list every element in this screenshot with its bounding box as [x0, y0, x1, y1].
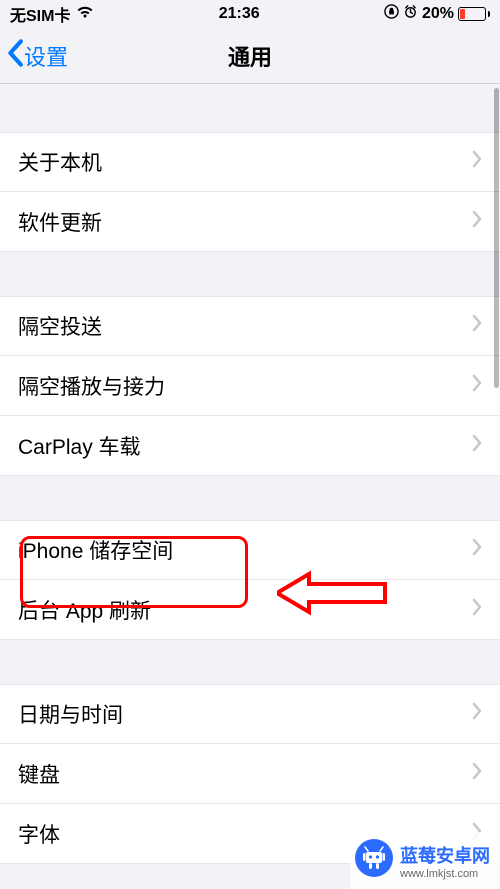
- chevron-right-icon: [472, 702, 482, 726]
- scroll-indicator[interactable]: [494, 88, 499, 388]
- carrier-text: 无SIM卡: [10, 2, 70, 26]
- chevron-right-icon: [472, 210, 482, 234]
- section-spacer: [0, 84, 500, 132]
- row-background-refresh[interactable]: 后台 App 刷新: [0, 580, 500, 640]
- row-label: 关于本机: [18, 147, 102, 177]
- row-date-time[interactable]: 日期与时间: [0, 684, 500, 744]
- row-about[interactable]: 关于本机: [0, 132, 500, 192]
- battery-icon: [458, 7, 490, 21]
- row-carplay[interactable]: CarPlay 车载: [0, 416, 500, 476]
- chevron-right-icon: [472, 150, 482, 174]
- page-title: 通用: [228, 40, 272, 72]
- watermark-logo-icon: [354, 838, 394, 883]
- chevron-right-icon: [472, 538, 482, 562]
- chevron-left-icon: [6, 39, 24, 73]
- battery-pct: 20%: [422, 5, 454, 23]
- row-keyboard[interactable]: 键盘: [0, 744, 500, 804]
- section-spacer: [0, 252, 500, 296]
- chevron-right-icon: [472, 374, 482, 398]
- watermark-url: www.lmkjst.com: [400, 868, 490, 880]
- row-label: 后台 App 刷新: [18, 595, 151, 625]
- wifi-icon: [76, 5, 94, 24]
- row-software-update[interactable]: 软件更新: [0, 192, 500, 252]
- row-label: CarPlay 车载: [18, 431, 141, 461]
- row-iphone-storage[interactable]: iPhone 储存空间: [0, 520, 500, 580]
- status-bar: 无SIM卡 21:36 20%: [0, 0, 500, 28]
- row-label: 隔空投送: [18, 311, 102, 341]
- row-label: 软件更新: [18, 207, 102, 237]
- row-label: 字体: [18, 819, 60, 849]
- orientation-lock-icon: [384, 4, 399, 24]
- back-button[interactable]: 设置: [0, 39, 68, 73]
- status-right: 20%: [384, 4, 490, 24]
- chevron-right-icon: [472, 314, 482, 338]
- row-label: 日期与时间: [18, 699, 123, 729]
- section-spacer: [0, 476, 500, 520]
- status-left: 无SIM卡: [10, 2, 94, 26]
- chevron-right-icon: [472, 598, 482, 622]
- alarm-icon: [403, 4, 418, 24]
- row-airdrop[interactable]: 隔空投送: [0, 296, 500, 356]
- row-airplay-handoff[interactable]: 隔空播放与接力: [0, 356, 500, 416]
- nav-bar: 设置 通用: [0, 28, 500, 84]
- chevron-right-icon: [472, 762, 482, 786]
- back-label: 设置: [24, 40, 68, 72]
- watermark-title: 蓝莓安卓网: [400, 842, 490, 868]
- row-label: 隔空播放与接力: [18, 371, 165, 401]
- section-spacer: [0, 640, 500, 684]
- status-time: 21:36: [219, 5, 260, 23]
- row-label: 键盘: [18, 759, 60, 789]
- watermark: 蓝莓安卓网 www.lmkjst.com: [350, 832, 500, 889]
- row-label: iPhone 储存空间: [18, 535, 173, 565]
- chevron-right-icon: [472, 434, 482, 458]
